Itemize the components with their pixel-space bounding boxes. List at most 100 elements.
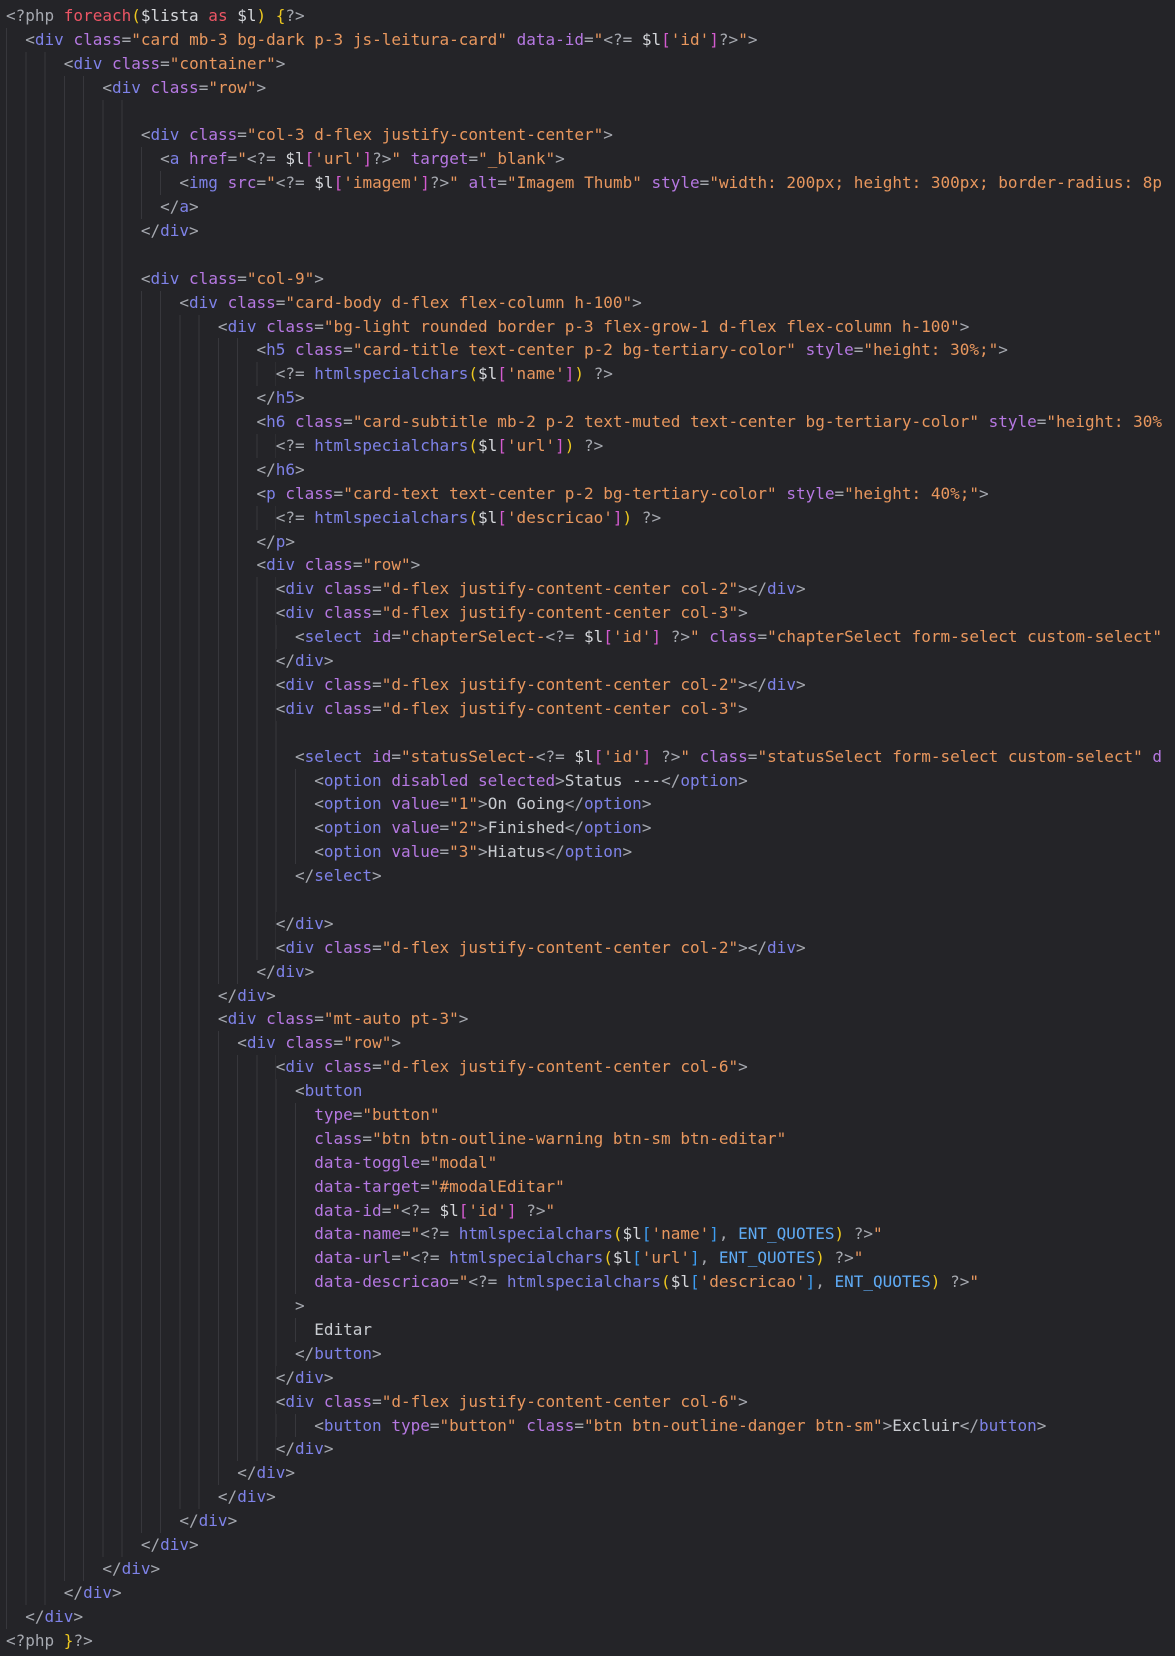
tok-p: > [979, 484, 989, 503]
tok-str: "col-9" [247, 269, 314, 288]
tok-bpink: [ [305, 149, 315, 168]
code-editor[interactable]: <?php foreach($lista as $l) {?> <div cla… [0, 0, 1175, 1656]
indent-guides [6, 1414, 314, 1438]
tok-tag: div [122, 1559, 151, 1578]
tok-p [256, 317, 266, 336]
tok-p: = [353, 555, 363, 574]
tok-attr: class [324, 1057, 372, 1076]
tok-str: 'descricao' [507, 508, 613, 527]
code-line: </div> [0, 912, 1175, 936]
tok-str: "chapterSelect- [401, 627, 546, 646]
tok-p: </ [960, 1416, 979, 1435]
tok-bblue: ] [690, 1248, 700, 1267]
code-line: <div class="d-flex justify-content-cente… [0, 697, 1175, 721]
tok-p: ></ [738, 675, 767, 694]
tok-p: <?= [247, 149, 286, 168]
tok-str: 'name' [507, 364, 565, 383]
tok-tag: div [247, 1033, 276, 1052]
tok-bpink: [ [661, 30, 671, 49]
tok-p [256, 1009, 266, 1028]
tok-p: </ [141, 1535, 160, 1554]
tok-attr: class [700, 747, 748, 766]
tok-p: <?= [536, 747, 575, 766]
code-line [0, 721, 1175, 745]
tok-tag: div [285, 938, 314, 957]
tok-p [459, 173, 469, 192]
tok-tag: div [295, 651, 324, 670]
tok-attr: class [189, 269, 237, 288]
tok-attr: target [411, 149, 469, 168]
tok-p: < [276, 603, 286, 622]
tok-attr: class [228, 293, 276, 312]
tok-p: > [642, 818, 652, 837]
tok-p: ?> [940, 1272, 969, 1291]
tok-var: $l [314, 173, 333, 192]
tok-attr: data-id [314, 1201, 381, 1220]
tok-p: <?= [276, 436, 315, 455]
tok-p: ></ [738, 938, 767, 957]
tok-p: <?= [411, 1248, 450, 1267]
tok-p: > [314, 269, 324, 288]
tok-p: </ [256, 962, 275, 981]
tok-p: </ [102, 1559, 121, 1578]
tok-bpink: ] [651, 627, 661, 646]
tok-tag: select [305, 747, 363, 766]
indent-guides [6, 1390, 276, 1414]
tok-p: = [372, 1057, 382, 1076]
tok-tag: div [73, 54, 102, 73]
tok-str: 'url' [642, 1248, 690, 1267]
tok-p: > [189, 221, 199, 240]
tok-tag: select [314, 866, 372, 885]
tok-p: </ [276, 651, 295, 670]
tok-p: > [151, 1559, 161, 1578]
tok-p: </ [276, 1439, 295, 1458]
code-line: <a href="<?= $l['url']?>" target="_blank… [0, 147, 1175, 171]
indent-guides [6, 864, 295, 888]
tok-p: > [738, 1392, 748, 1411]
tok-tag: div [767, 579, 796, 598]
tok-p [266, 6, 276, 25]
code-line: </div> [0, 1437, 1175, 1461]
code-line: <button [0, 1079, 1175, 1103]
tok-p: </ [276, 1368, 295, 1387]
tok-str: " [854, 1248, 864, 1267]
tok-bgold: ( [468, 436, 478, 455]
tok-bgold: ) [623, 508, 633, 527]
indent-guides [6, 673, 276, 697]
tok-p: > [266, 1487, 276, 1506]
tok-tag: htmlspecialchars [459, 1224, 613, 1243]
tok-p: > [372, 866, 382, 885]
tok-attr: class [324, 699, 372, 718]
tok-p: < [276, 699, 286, 718]
tok-tag: div [45, 1607, 74, 1626]
tok-str: "row" [343, 1033, 391, 1052]
indent-guides [6, 1151, 314, 1175]
tok-attr: class [112, 54, 160, 73]
indent-guides [6, 76, 102, 100]
tok-p: = [574, 1416, 584, 1435]
tok-p: > [391, 1033, 401, 1052]
indent-guides [6, 625, 295, 649]
indent-guides [6, 1342, 295, 1366]
tok-str: " [738, 30, 748, 49]
tok-bgold: } [64, 1631, 74, 1650]
tok-p: , [815, 1272, 834, 1291]
tok-txt: Excluir [892, 1416, 959, 1435]
tok-p: ></ [738, 579, 767, 598]
tok-attr: style [806, 340, 854, 359]
code-line: <div class="col-3 d-flex justify-content… [0, 123, 1175, 147]
tok-p: <?= [545, 627, 584, 646]
indent-guides [6, 1055, 276, 1079]
tok-p: = [854, 340, 864, 359]
tok-p: = [199, 78, 209, 97]
code-line: data-name="<?= htmlspecialchars($l['name… [0, 1222, 1175, 1246]
indent-guides [6, 649, 276, 673]
tok-bgold: ( [613, 1224, 623, 1243]
tok-tag: div [160, 221, 189, 240]
code-line: > [0, 1294, 1175, 1318]
tok-tag: div [295, 914, 324, 933]
indent-guides [6, 1605, 25, 1629]
tok-var: $l [623, 1224, 642, 1243]
tok-bpink: [ [497, 364, 507, 383]
tok-p: ?> [73, 1631, 92, 1650]
